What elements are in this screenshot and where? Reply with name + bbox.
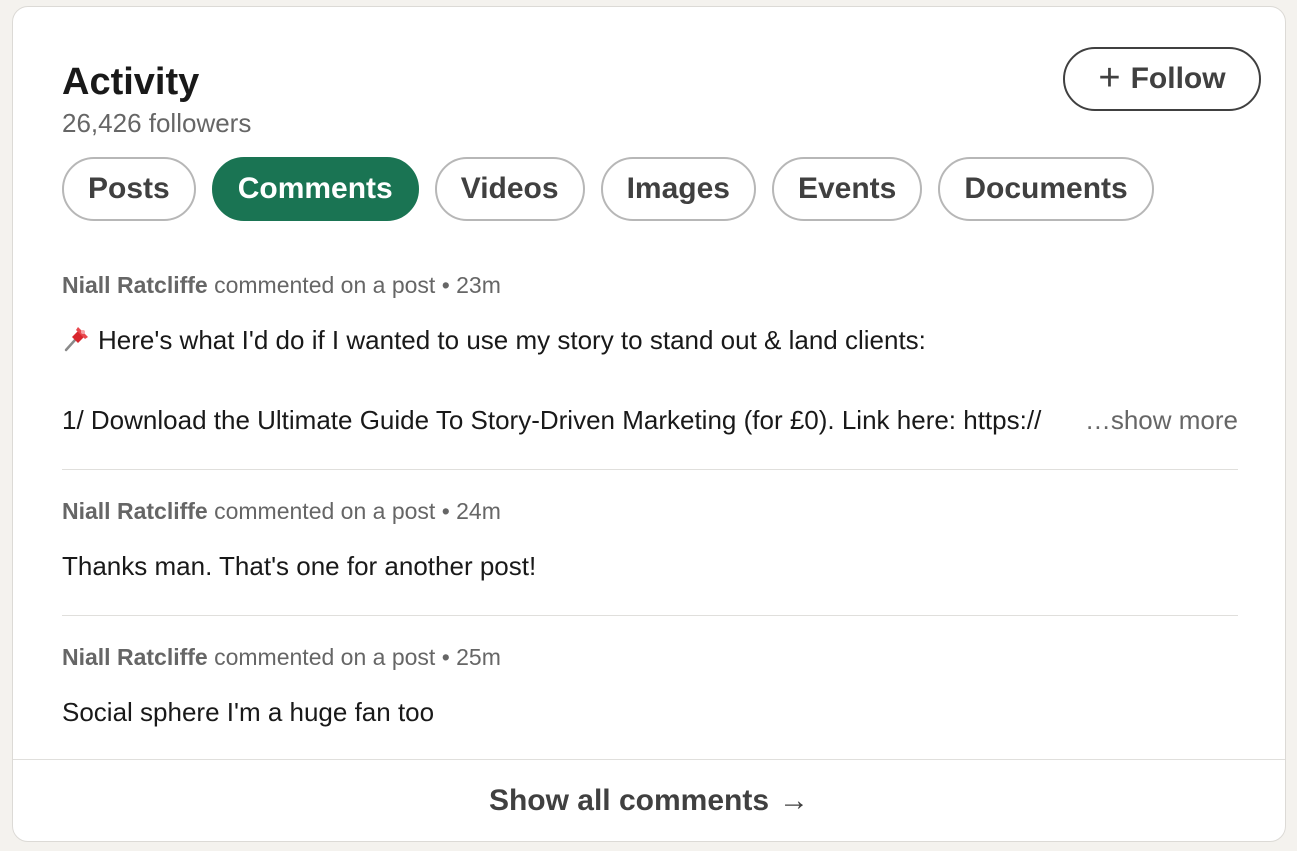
follower-count: 26,426 followers	[62, 108, 252, 138]
activity-header: Activity 26,426 followers	[62, 59, 251, 139]
tab-videos[interactable]: Videos	[434, 157, 585, 221]
comment-action: commented on a post	[214, 272, 436, 298]
show-more-link[interactable]: …show more	[1070, 400, 1238, 440]
pushpin-icon	[64, 327, 88, 352]
list-item[interactable]: Niall Ratcliffe commented on a post • 23…	[62, 257, 1238, 470]
comment-author[interactable]: Niall Ratcliffe	[62, 498, 208, 524]
follow-label: Follow	[1130, 62, 1226, 95]
comment-time: 24m	[456, 498, 501, 524]
comment-line-2: 1/ Download the Ultimate Guide To Story-…	[62, 405, 1042, 435]
meta-separator: •	[441, 644, 457, 670]
show-all-comments-button[interactable]: Show all comments →	[13, 759, 1285, 841]
comment-action: commented on a post	[214, 644, 436, 670]
comment-text: Here's what I'd do if I wanted to use my…	[62, 320, 1238, 360]
arrow-right-icon: →	[779, 783, 810, 817]
comment-text-line-2: 1/ Download the Ultimate Guide To Story-…	[62, 400, 1238, 440]
comment-text: Thanks man. That's one for another post!	[62, 551, 537, 581]
comment-list: Niall Ratcliffe commented on a post • 23…	[62, 257, 1238, 762]
list-item[interactable]: Niall Ratcliffe commented on a post • 24…	[62, 470, 1238, 616]
tab-events[interactable]: Events	[771, 157, 923, 221]
comment-meta: Niall Ratcliffe commented on a post • 24…	[62, 496, 1238, 526]
show-all-comments-label: Show all comments	[488, 783, 770, 817]
comment-author[interactable]: Niall Ratcliffe	[62, 644, 208, 670]
activity-tabs: Posts Comments Videos Images Events Docu…	[62, 157, 1154, 221]
comment-line-1: Here's what I'd do if I wanted to use my…	[98, 325, 926, 355]
tab-images[interactable]: Images	[600, 157, 756, 221]
comment-meta: Niall Ratcliffe commented on a post • 23…	[62, 270, 1238, 300]
activity-title: Activity	[62, 61, 200, 103]
comment-text: Social sphere I'm a huge fan too	[62, 697, 435, 727]
meta-separator: •	[441, 498, 457, 524]
activity-card: Activity 26,426 followers + Follow Posts…	[12, 6, 1286, 842]
comment-time: 23m	[456, 272, 501, 298]
meta-separator: •	[441, 272, 457, 298]
tab-documents[interactable]: Documents	[938, 157, 1154, 221]
comment-action: commented on a post	[214, 498, 436, 524]
plus-icon: +	[1098, 57, 1121, 99]
tab-comments[interactable]: Comments	[211, 157, 419, 221]
comment-meta: Niall Ratcliffe commented on a post • 25…	[62, 642, 1238, 672]
follow-button[interactable]: + Follow	[1063, 47, 1261, 111]
list-item[interactable]: Niall Ratcliffe commented on a post • 25…	[62, 616, 1238, 762]
comment-time: 25m	[456, 644, 501, 670]
comment-author[interactable]: Niall Ratcliffe	[62, 272, 208, 298]
tab-posts[interactable]: Posts	[62, 157, 196, 221]
